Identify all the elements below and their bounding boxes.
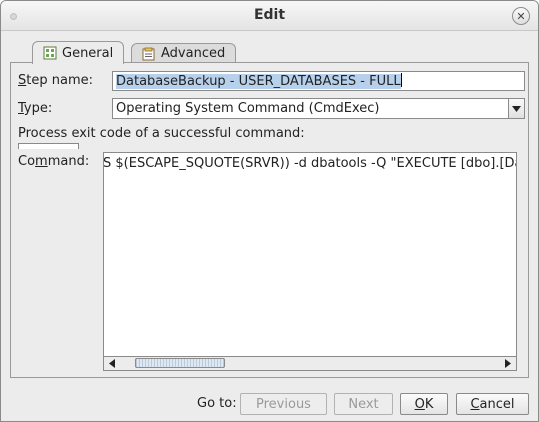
scrollbar-thumb[interactable] (135, 358, 225, 368)
step-name-input[interactable]: DatabaseBackup - USER_DATABASES - FULL (112, 71, 525, 91)
tab-general-label: General (62, 45, 114, 61)
window-title: Edit (253, 7, 286, 23)
chevron-down-icon[interactable] (508, 99, 524, 118)
command-label: Command: (18, 154, 90, 169)
close-icon: ✕ (516, 9, 526, 23)
edit-dialog: Edit ✕ General Advanced Step name: Datab… (0, 0, 539, 422)
advanced-icon (142, 47, 156, 61)
exit-code-input[interactable] (18, 143, 79, 149)
previous-button[interactable]: Previous (240, 393, 327, 415)
type-label: Type: (18, 101, 53, 116)
exit-code-label: Process exit code of a successful comman… (18, 126, 305, 141)
tab-general[interactable]: General (32, 41, 125, 64)
title-bar[interactable]: Edit ✕ (1, 1, 538, 31)
scroll-right-icon[interactable] (501, 357, 515, 370)
dialog-footer: Go to: Previous Next OK Cancel (1, 393, 538, 415)
type-select[interactable]: Operating System Command (CmdExec) (112, 98, 525, 119)
type-select-value: Operating System Command (CmdExec) (116, 101, 380, 116)
close-button[interactable]: ✕ (512, 7, 530, 25)
command-textarea[interactable]: S $(ESCAPE_SQUOTE(SRVR)) -d dbatools -Q … (103, 152, 517, 371)
tab-advanced[interactable]: Advanced (131, 43, 237, 63)
goto-label: Go to: (197, 396, 237, 411)
scroll-left-icon[interactable] (105, 357, 119, 370)
tab-advanced-label: Advanced (161, 46, 226, 61)
general-panel: Step name: DatabaseBackup - USER_DATABAS… (10, 62, 529, 378)
command-text: S $(ESCAPE_SQUOTE(SRVR)) -d dbatools -Q … (103, 156, 516, 171)
general-icon (43, 46, 57, 60)
ok-button[interactable]: OK (400, 393, 448, 415)
step-name-label: Step name: (18, 73, 93, 88)
next-button[interactable]: Next (334, 393, 393, 415)
cancel-button[interactable]: Cancel (456, 393, 529, 415)
horizontal-scrollbar[interactable] (104, 356, 516, 370)
